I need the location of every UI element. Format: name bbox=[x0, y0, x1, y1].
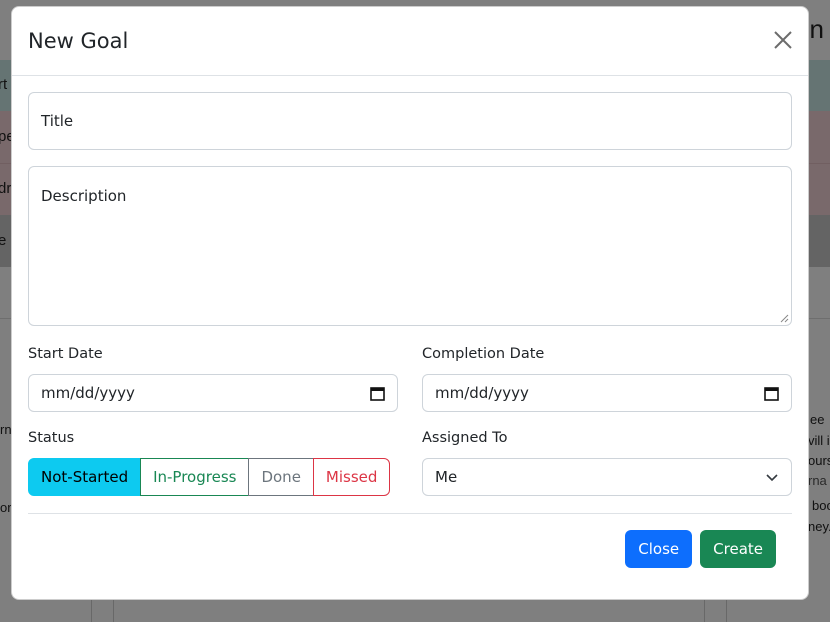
assigned-to-select[interactable]: Me bbox=[422, 458, 792, 496]
chevron-down-icon bbox=[766, 474, 778, 482]
start-date-placeholder: mm/dd/yyyy bbox=[41, 384, 135, 402]
calendar-icon[interactable] bbox=[764, 386, 779, 401]
calendar-icon[interactable] bbox=[370, 386, 385, 401]
completion-date-placeholder: mm/dd/yyyy bbox=[435, 384, 529, 402]
close-button[interactable]: Close bbox=[625, 530, 693, 568]
modal-body: Title Description Start Date mm/dd/yyyy bbox=[12, 76, 808, 496]
status-missed-button[interactable]: Missed bbox=[312, 458, 391, 496]
assigned-to-label: Assigned To bbox=[422, 430, 508, 446]
modal-header: New Goal bbox=[12, 7, 808, 76]
completion-date-label: Completion Date bbox=[422, 346, 545, 362]
resize-handle-icon[interactable] bbox=[780, 314, 789, 323]
status-label: Status bbox=[28, 430, 75, 446]
status-button-group: Not-Started In-Progress Done Missed bbox=[28, 458, 398, 496]
assigned-to-value: Me bbox=[435, 468, 458, 486]
description-placeholder: Description bbox=[41, 187, 127, 205]
start-date-label: Start Date bbox=[28, 346, 103, 362]
status-in-progress-button[interactable]: In-Progress bbox=[140, 458, 250, 496]
create-button[interactable]: Create bbox=[700, 530, 776, 568]
close-icon[interactable] bbox=[772, 29, 794, 51]
title-input[interactable]: Title bbox=[28, 92, 792, 150]
modal-footer: Close Create bbox=[28, 513, 792, 600]
description-textarea[interactable]: Description bbox=[28, 166, 792, 326]
start-date-input[interactable]: mm/dd/yyyy bbox=[28, 374, 398, 412]
title-placeholder: Title bbox=[41, 112, 74, 130]
status-not-started-button[interactable]: Not-Started bbox=[28, 458, 142, 496]
completion-date-input[interactable]: mm/dd/yyyy bbox=[422, 374, 792, 412]
status-done-button[interactable]: Done bbox=[248, 458, 314, 496]
new-goal-modal: New Goal Title Description Start Date mm… bbox=[11, 6, 809, 600]
modal-title: New Goal bbox=[28, 29, 129, 53]
